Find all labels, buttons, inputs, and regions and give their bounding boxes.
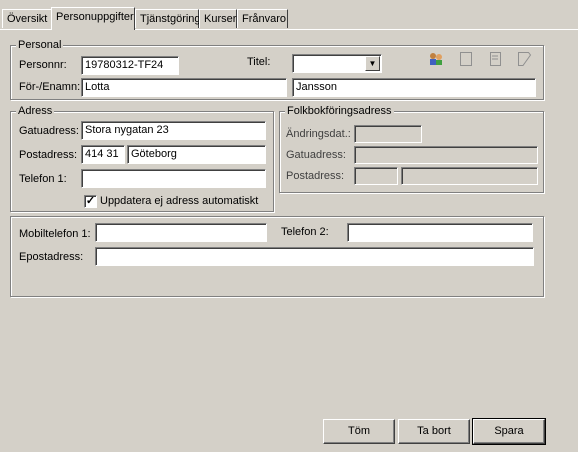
postnummer-field[interactable]: 414 31 bbox=[81, 145, 125, 164]
folk-postnummer-field bbox=[354, 167, 398, 185]
folk-postadress-label: Postadress: bbox=[286, 170, 345, 182]
telefon2-label: Telefon 2: bbox=[281, 226, 329, 238]
telefon1-label: Telefon 1: bbox=[19, 173, 67, 185]
tab-franvaro[interactable]: Frånvaro bbox=[237, 9, 288, 28]
blank-page-icon[interactable] bbox=[458, 51, 474, 67]
andringsdat-label: Ändringsdat.: bbox=[286, 128, 351, 140]
telefon1-field[interactable] bbox=[81, 169, 266, 188]
folk-gatuadress-label: Gatuadress: bbox=[286, 149, 346, 161]
folk-postort-field bbox=[401, 167, 538, 185]
name-label: För-/Enamn: bbox=[19, 81, 81, 93]
andringsdat-field bbox=[354, 125, 422, 143]
ta-bort-button-label: Ta bort bbox=[417, 425, 451, 437]
folkbokforing-legend: Folkbokföringsadress bbox=[285, 105, 394, 117]
document-icon[interactable] bbox=[487, 51, 503, 67]
postort-field[interactable]: Göteborg bbox=[127, 145, 266, 164]
epost-label: Epostadress: bbox=[19, 251, 84, 263]
mobil-label: Mobiltelefon 1: bbox=[19, 228, 91, 240]
mobil-field[interactable] bbox=[95, 223, 267, 242]
note-icon[interactable] bbox=[516, 51, 532, 67]
chevron-down-icon[interactable]: ▼ bbox=[365, 56, 380, 71]
people-icon[interactable] bbox=[428, 51, 444, 67]
tom-button-label: Töm bbox=[348, 425, 370, 437]
personnr-label: Personnr: bbox=[19, 59, 67, 71]
folk-gatuadress-field bbox=[354, 146, 538, 164]
personal-legend: Personal bbox=[16, 39, 64, 51]
last-name-field[interactable]: Jansson bbox=[292, 78, 536, 97]
gatuadress-field[interactable]: Stora nygatan 23 bbox=[81, 121, 266, 140]
titel-label: Titel: bbox=[247, 56, 271, 68]
epost-field[interactable] bbox=[95, 247, 534, 266]
update-address-label: Uppdatera ej adress automatiskt bbox=[100, 195, 259, 207]
tab-bar: Översikt Personuppgifter Tjänstgöring Ku… bbox=[0, 0, 578, 30]
telefon2-field[interactable] bbox=[347, 223, 533, 242]
tab-tjanstgoring[interactable]: Tjänstgöring bbox=[135, 9, 201, 28]
update-address-checkbox[interactable]: ✓ bbox=[84, 195, 97, 208]
postadress-label: Postadress: bbox=[19, 149, 78, 161]
tab-personuppgifter[interactable]: Personuppgifter bbox=[51, 7, 135, 30]
gatuadress-label: Gatuadress: bbox=[19, 125, 79, 137]
ta-bort-button[interactable]: Ta bort bbox=[398, 419, 470, 444]
spara-button-label: Spara bbox=[494, 425, 524, 437]
tab-oversikt[interactable]: Översikt bbox=[2, 9, 52, 28]
first-name-field[interactable]: Lotta bbox=[81, 78, 287, 97]
titel-select[interactable]: ▼ bbox=[292, 54, 382, 73]
tab-kurser[interactable]: Kurser bbox=[199, 9, 237, 28]
tom-button[interactable]: Töm bbox=[323, 419, 395, 444]
adress-legend: Adress bbox=[16, 105, 55, 117]
personnr-field[interactable]: 19780312-TF24 bbox=[81, 56, 179, 75]
spara-button[interactable]: Spara bbox=[472, 418, 546, 445]
